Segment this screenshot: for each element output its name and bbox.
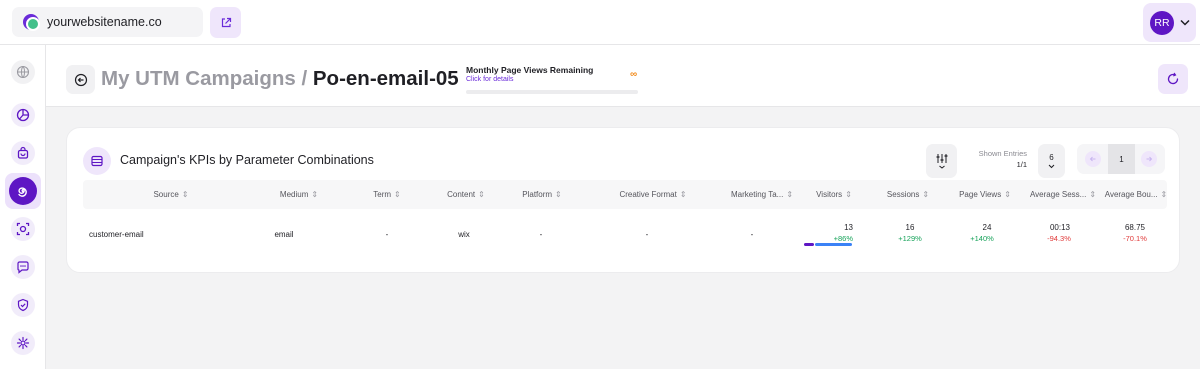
shield-check-icon [17,298,29,312]
column-filter-button[interactable] [926,144,957,178]
chevron-down-icon [1048,164,1055,169]
back-button[interactable] [66,65,95,94]
cell-sessions: 16 [905,223,915,232]
page-title: My UTM Campaigns / Po-en-email-05 [101,67,459,91]
prev-page-button[interactable] [1085,151,1101,167]
column-header-content[interactable]: Content ⇕ [431,180,501,209]
sidebar-item-settings[interactable] [5,325,41,361]
table-header: Source ⇕ Medium ⇕ Term ⇕ Content ⇕ Platform ⇕… [83,180,1167,209]
visitors-new-bar [804,243,814,246]
column-header-visitors[interactable]: Visitors ⇕ [799,180,869,209]
cell-page-views-delta: +140% [970,234,994,243]
entries-per-page-value: 6 [1049,153,1054,162]
cell-average-bounce: 68.75 [1124,223,1146,232]
sort-icon: ⇕ [311,190,319,199]
page-views-progress-bar [466,90,638,94]
sidebar-item-security[interactable] [5,287,41,323]
spiral-icon [18,187,27,197]
top-bar: yourwebsitename.co RR [0,0,1200,45]
page-views-label: Monthly Page Views Remaining [466,65,594,75]
sort-icon: ⇕ [1089,190,1097,199]
sliders-icon [936,154,947,169]
column-header-marketing-tactic[interactable]: Marketing Ta... ⇕ [717,180,807,209]
cell-source: customer-email [89,230,144,239]
cell-term: - [385,230,389,239]
sidebar [0,45,46,369]
sort-icon: ⇕ [181,190,189,199]
page-header: My UTM Campaigns / Po-en-email-05 Monthl… [46,45,1200,107]
shown-entries-label: Shown Entries [978,149,1027,158]
sort-icon: ⇕ [478,190,485,199]
breadcrumb-parent[interactable]: My UTM Campaigns / [101,67,307,90]
site-name: yourwebsitename.co [47,15,162,29]
refresh-button[interactable] [1158,64,1188,94]
column-header-average-bounce[interactable]: Average Bou... ⇕ [1101,180,1171,209]
sidebar-item-ecommerce[interactable] [5,135,41,171]
sort-icon: ⇕ [786,190,794,199]
sidebar-item-overview[interactable] [5,54,41,90]
sidebar-item-tracking[interactable] [5,211,41,247]
cell-visitors: 13 [844,223,853,232]
sort-icon: ⇕ [922,190,930,199]
column-header-average-session[interactable]: Average Sess... ⇕ [1023,180,1103,209]
current-page-number[interactable]: 1 [1108,144,1135,174]
column-header-source[interactable]: Source ⇕ [131,180,211,209]
gear-icon [16,336,30,350]
sidebar-item-campaigns[interactable] [5,173,41,209]
site-selector[interactable]: yourwebsitename.co [12,7,203,37]
sort-icon: ⇕ [845,190,852,199]
target-icon [16,222,30,236]
cell-creative-format: - [645,230,649,239]
sort-icon: ⇕ [679,190,687,199]
cell-visitors-delta: +86% [833,234,853,243]
column-header-term[interactable]: Term ⇕ [357,180,417,209]
column-header-creative-format[interactable]: Creative Format ⇕ [603,180,703,209]
arrow-left-circle-icon [74,73,87,86]
cell-page-views: 24 [982,223,992,232]
sort-icon: ⇕ [555,190,562,199]
sort-icon: ⇕ [394,190,401,199]
page-views-details-link[interactable]: Click for details [466,76,513,83]
pie-chart-icon [16,108,30,122]
arrow-right-icon [1146,156,1153,162]
visitors-returning-bar [815,243,852,246]
cell-average-session: 00:13 [1049,223,1071,232]
shopping-bag-icon [17,146,29,159]
entries-per-page-select[interactable]: 6 [1038,144,1065,178]
arrow-left-icon [1089,156,1096,162]
chat-icon [17,261,29,274]
refresh-icon [1167,72,1179,85]
cell-marketing-tactic: - [750,230,754,239]
cell-platform: - [539,230,543,239]
cell-sessions-delta: +129% [898,234,922,243]
sort-icon: ⇕ [1160,190,1168,199]
cell-content: wix [458,230,470,239]
breadcrumb-current: Po-en-email-05 [312,67,459,90]
kpi-card: Campaign's KPIs by Parameter Combination… [66,127,1180,273]
column-header-sessions[interactable]: Sessions ⇕ [873,180,943,209]
shown-entries-count: 1/1 [1016,160,1027,169]
cell-average-session-delta: -94.3% [1047,234,1071,243]
sidebar-item-messages[interactable] [5,249,41,285]
next-page-button[interactable] [1141,151,1157,167]
column-header-medium[interactable]: Medium ⇕ [259,180,339,209]
sidebar-item-analytics[interactable] [5,97,41,133]
user-menu[interactable]: RR [1143,3,1196,42]
site-logo-icon [23,14,40,31]
open-site-button[interactable] [210,7,241,38]
sort-icon: ⇕ [1004,190,1011,199]
pagination: 1 [1077,144,1165,174]
column-header-platform[interactable]: Platform ⇕ [507,180,577,209]
page-views-remaining-value: ∞ [630,69,638,80]
cell-medium: email [274,230,294,239]
table-icon [83,147,111,175]
column-header-page-views[interactable]: Page Views ⇕ [945,180,1025,209]
cell-average-bounce-delta: -70.1% [1123,234,1147,243]
globe-icon [16,65,30,79]
card-title: Campaign's KPIs by Parameter Combination… [120,153,374,167]
external-link-icon [221,17,231,27]
chevron-down-icon [1180,19,1190,26]
avatar: RR [1150,10,1174,35]
